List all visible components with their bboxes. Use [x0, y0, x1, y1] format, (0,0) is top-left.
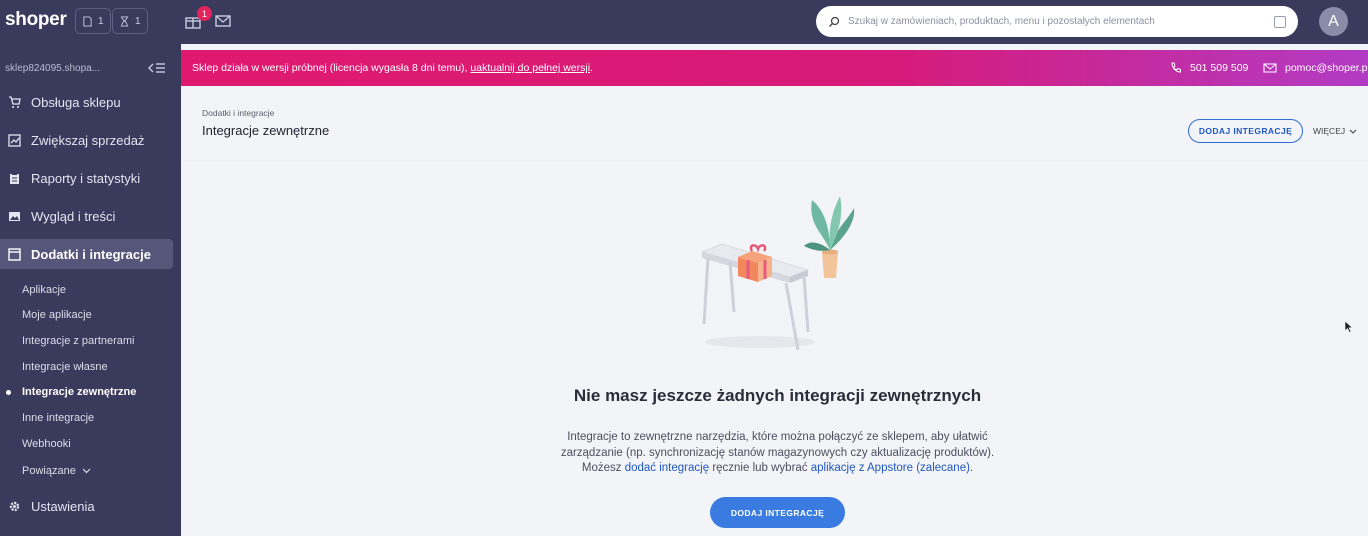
chevron-down-icon	[1349, 129, 1357, 134]
support-email: pomoc@shoper.pl	[1285, 62, 1368, 74]
appstore-link[interactable]: aplikację z Appstore (zalecane)	[811, 462, 970, 474]
gift-badge: 1	[197, 6, 212, 21]
trial-message-text: Sklep działa w wersji próbnej (licencja …	[192, 62, 468, 74]
keyboard-shortcut-icon	[1274, 15, 1286, 28]
sidebar-subitem-my-applications[interactable]: Moje aplikacje	[22, 309, 92, 321]
search-input[interactable]	[840, 16, 1274, 27]
sidebar-item-increase-sales[interactable]: Zwiększaj sprzedaż	[0, 125, 173, 155]
sidebar-subitem-own-integrations[interactable]: Integracje własne	[22, 361, 108, 373]
cart-icon	[9, 95, 21, 108]
sidebar-item-settings[interactable]: Ustawienia	[0, 491, 173, 521]
sidebar-subitem-other-integrations[interactable]: Inne integracje	[22, 412, 94, 424]
document-icon	[83, 15, 92, 27]
global-search[interactable]	[816, 6, 1298, 37]
upgrade-link[interactable]: uaktualnij do pełnej wersji	[470, 62, 590, 74]
sidebar-item-label: Dodatki i integracje	[31, 246, 151, 262]
sidebar-item-label: Raporty i statystyki	[31, 170, 141, 186]
timer-counter[interactable]: 1	[112, 8, 148, 34]
window-icon	[8, 247, 21, 261]
header-divider	[181, 160, 1368, 161]
sidebar-item-label: Zwiększaj sprzedaż	[31, 132, 145, 148]
sidebar-item-store-service[interactable]: Obsługa sklepu	[0, 87, 173, 117]
orders-count: 1	[98, 15, 104, 27]
chevron-down-icon	[82, 468, 91, 474]
sidebar-item-appearance[interactable]: Wygląd i treści	[0, 201, 173, 231]
phone-contact[interactable]: 501 509 509	[1170, 62, 1248, 74]
trial-banner: Sklep działa w wersji próbnej (licencja …	[181, 50, 1368, 86]
shoper-logo[interactable]: shoper	[5, 9, 67, 31]
sidebar-subitem-external-integrations[interactable]: Integracje zewnętrzne	[22, 386, 136, 398]
more-menu[interactable]: WIĘCEJ	[1313, 126, 1357, 136]
more-menu-label: WIĘCEJ	[1313, 126, 1346, 136]
shop-name[interactable]: sklep824095.shopa...	[5, 63, 100, 74]
breadcrumb[interactable]: Dodatki i integracje	[202, 108, 274, 118]
mail-icon[interactable]	[214, 12, 232, 30]
add-integration-link[interactable]: dodać integrację	[625, 462, 709, 474]
active-indicator-dot	[6, 390, 11, 395]
empty-state-title: Nie masz jeszcze żadnych integracji zewn…	[573, 386, 982, 405]
email-contact[interactable]: pomoc@shoper.pl	[1263, 62, 1368, 74]
gear-icon	[9, 501, 20, 511]
sidebar-subitem-related[interactable]: Powiązane	[22, 465, 91, 477]
page-title: Integracje zewnętrzne	[202, 123, 330, 138]
clipboard-icon	[10, 172, 19, 184]
timer-count: 1	[135, 15, 141, 27]
empty-state-line-3: Możesz dodać integrację ręcznie lub wybr…	[181, 461, 1368, 477]
hourglass-icon	[120, 15, 129, 27]
phone-icon	[1171, 62, 1181, 73]
top-bar: shoper 1 1 1 A	[0, 0, 1368, 44]
sidebar-item-label: Wygląd i treści	[31, 208, 116, 224]
phone-number: 501 509 509	[1190, 62, 1249, 74]
add-integration-header-button[interactable]: DODAJ INTEGRACJĘ	[1188, 119, 1303, 143]
envelope-icon	[1263, 63, 1277, 73]
line3-prefix: Możesz	[581, 462, 622, 474]
sidebar-item-reports[interactable]: Raporty i statystyki	[0, 163, 173, 193]
empty-state-line-2: zarządzanie (np. synchronizację stanów m…	[560, 446, 995, 459]
sidebar-subitem-related-label: Powiązane	[22, 465, 76, 477]
sidebar-subitem-applications[interactable]: Aplikacje	[22, 284, 66, 296]
sidebar-item-label: Ustawienia	[31, 498, 95, 514]
trial-message-tail: .	[590, 62, 593, 74]
chart-icon	[8, 133, 21, 147]
sidebar-subitem-partner-integrations[interactable]: Integracje z partnerami	[22, 335, 135, 347]
sidebar-subitem-webhooks[interactable]: Webhooki	[22, 438, 71, 450]
empty-state-illustration	[700, 196, 855, 351]
add-integration-button[interactable]: DODAJ INTEGRACJĘ	[710, 497, 845, 528]
sidebar-item-addons[interactable]: Dodatki i integracje	[0, 239, 173, 269]
line3-mid: ręcznie lub wybrać	[712, 462, 808, 474]
user-avatar[interactable]: A	[1319, 7, 1348, 36]
image-icon	[9, 211, 20, 221]
mouse-cursor-icon	[1344, 320, 1354, 333]
sidebar-item-label: Obsługa sklepu	[31, 94, 121, 110]
line3-suffix: .	[969, 462, 974, 474]
search-icon	[829, 16, 840, 27]
trial-message: Sklep działa w wersji próbnej (licencja …	[192, 62, 593, 74]
orders-counter[interactable]: 1	[75, 8, 111, 34]
sidebar: sklep824095.shopa... Obsługa sklepu Zwię…	[0, 44, 181, 536]
empty-state-description: Integracje to zewnętrzne narzędzia, któr…	[181, 430, 1368, 477]
collapse-sidebar-icon[interactable]	[148, 61, 166, 75]
empty-state-line-1: Integracje to zewnętrzne narzędzia, któr…	[567, 431, 988, 443]
